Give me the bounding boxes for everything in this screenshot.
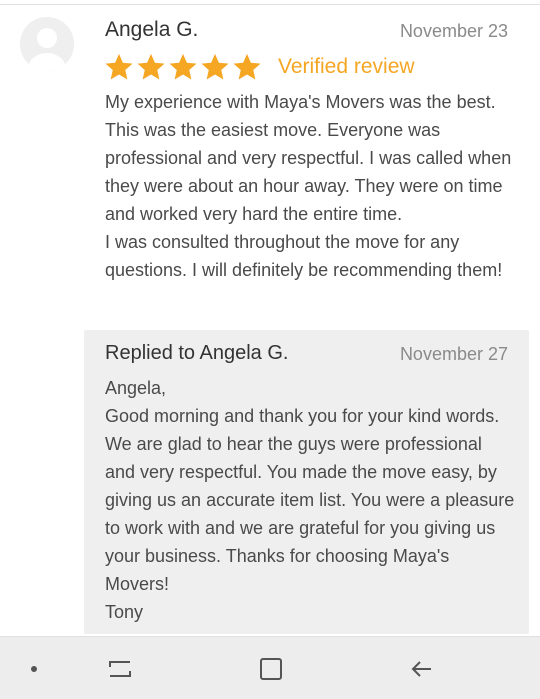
review-date: November 23 — [399, 21, 508, 41]
home-button[interactable] — [249, 637, 293, 699]
dot-icon — [31, 665, 37, 672]
back-button[interactable] — [400, 637, 444, 699]
recent-apps-icon — [109, 660, 131, 677]
top-divider — [0, 4, 540, 5]
star-icon — [105, 53, 133, 80]
owner-reply: Replied to Angela G. November 27 Angela,… — [84, 330, 529, 634]
verified-review-label: Verified review — [278, 55, 415, 78]
star-icon — [169, 53, 197, 80]
nav-dot-button[interactable] — [14, 637, 54, 699]
default-avatar-icon — [20, 17, 74, 71]
recent-apps-button[interactable] — [98, 637, 142, 699]
star-rating — [104, 52, 262, 82]
review-text: My experience with Maya's Movers was the… — [105, 92, 512, 280]
reply-text: Angela, Good morning and thank you for y… — [105, 378, 515, 622]
navigation-bar — [0, 636, 540, 699]
reply-title: Replied to Angela G. — [105, 342, 289, 364]
reply-date: November 27 — [399, 344, 508, 364]
home-icon — [260, 657, 282, 680]
star-icon — [233, 53, 261, 80]
back-icon — [411, 660, 431, 677]
star-icon — [201, 53, 229, 80]
star-icon — [137, 53, 165, 80]
avatar[interactable] — [20, 17, 74, 71]
reviewer-name: Angela G. — [105, 18, 199, 41]
